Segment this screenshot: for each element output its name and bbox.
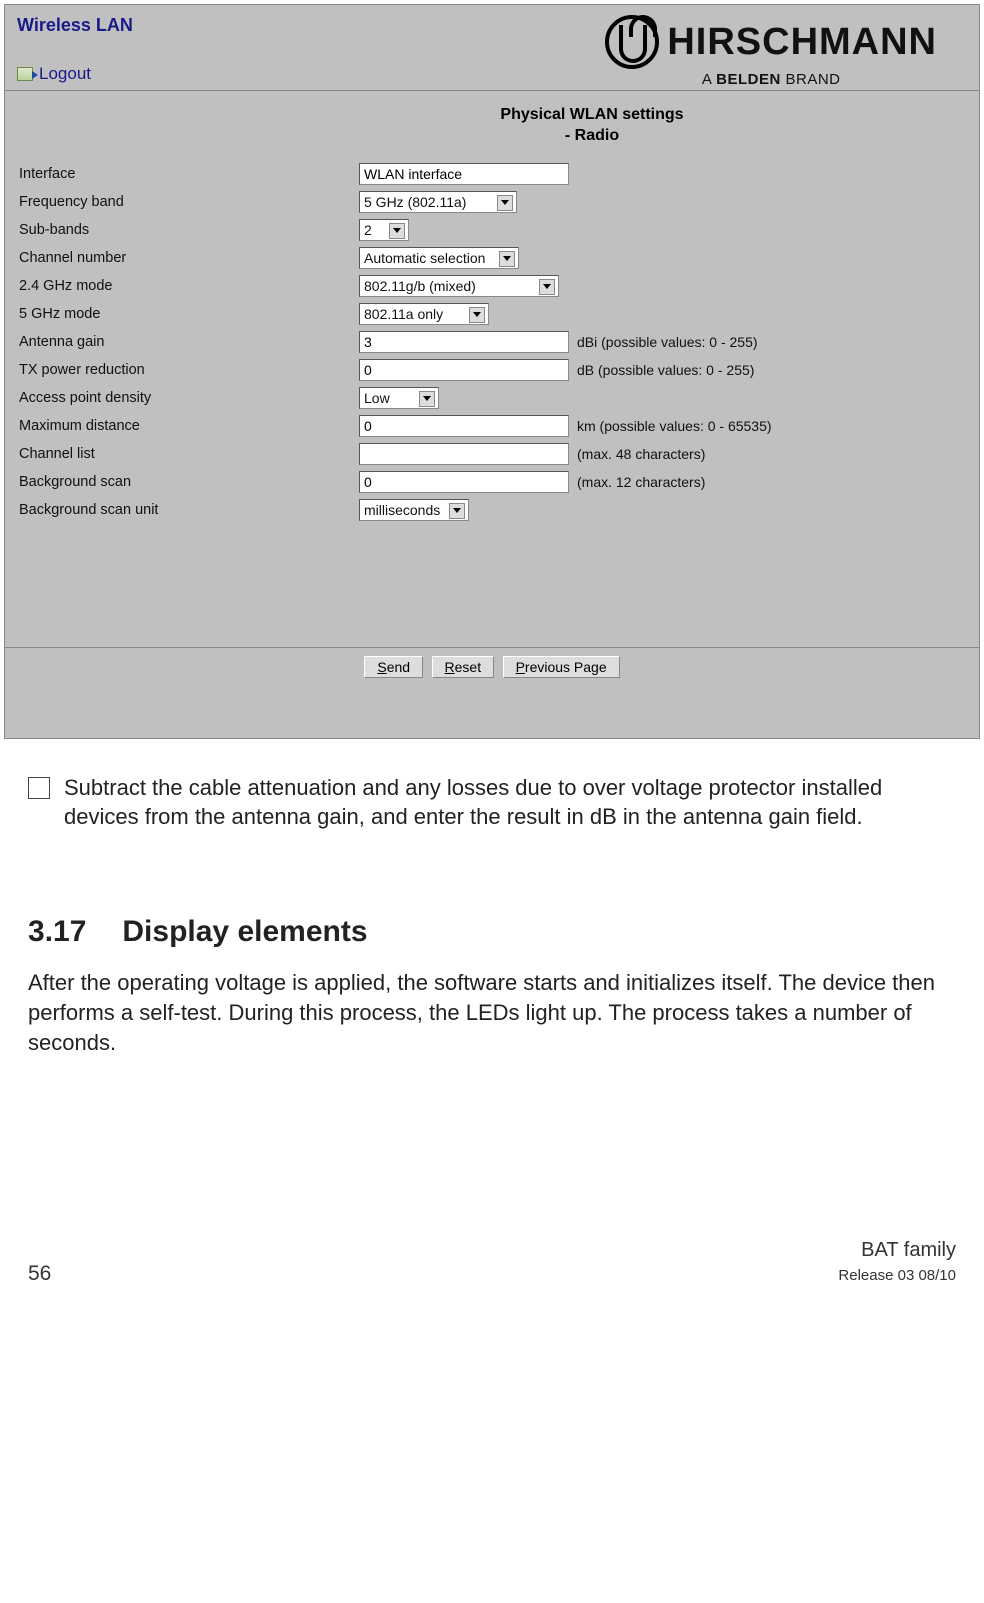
label-max-distance: Maximum distance: [19, 418, 359, 434]
page-footer: 56 BAT family Release 03 08/10: [0, 1058, 984, 1298]
send-label: end: [387, 659, 410, 675]
form-area: Physical WLAN settings - Radio Interface…: [5, 91, 979, 647]
brand-block: HIRSCHMANN A BELDEN BRAND: [605, 15, 967, 88]
max-distance-input[interactable]: [359, 415, 569, 437]
top-bar: Wireless LAN Logout HIRSCHMANN A BELDEN …: [5, 5, 979, 91]
logout-label: Logout: [39, 64, 91, 84]
frequency-band-select[interactable]: 5 GHz (802.11a): [359, 191, 517, 213]
label-bg-scan: Background scan: [19, 474, 359, 490]
label-24ghz-mode: 2.4 GHz mode: [19, 278, 359, 294]
label-interface: Interface: [19, 166, 359, 182]
channel-number-select[interactable]: Automatic selection: [359, 247, 519, 269]
instruction-item: Subtract the cable attenuation and any l…: [28, 773, 956, 832]
section-number: 3.17: [28, 912, 86, 953]
logout-icon: [17, 67, 33, 81]
section-title: Display elements: [122, 915, 367, 948]
wireless-lan-link[interactable]: Wireless LAN: [17, 15, 133, 36]
checkbox-icon: [28, 777, 50, 799]
label-frequency-band: Frequency band: [19, 194, 359, 210]
send-button[interactable]: Send: [364, 656, 423, 678]
instruction-text: Subtract the cable attenuation and any l…: [64, 773, 956, 832]
hirschmann-logo-icon: [605, 15, 659, 69]
label-bg-scan-unit: Background scan unit: [19, 502, 359, 518]
brand-subtitle: A BELDEN BRAND: [702, 71, 841, 88]
label-tx-power: TX power reduction: [19, 362, 359, 378]
antenna-gain-hint: dBi (possible values: 0 - 255): [577, 334, 758, 350]
tx-power-input[interactable]: [359, 359, 569, 381]
tx-power-hint: dB (possible values: 0 - 255): [577, 362, 754, 378]
section-body: After the operating voltage is applied, …: [28, 968, 956, 1057]
label-channel-list: Channel list: [19, 446, 359, 462]
bg-scan-hint: (max. 12 characters): [577, 474, 705, 490]
label-channel-number: Channel number: [19, 250, 359, 266]
label-5ghz-mode: 5 GHz mode: [19, 306, 359, 322]
mode-5-select[interactable]: 802.11a only: [359, 303, 489, 325]
label-sub-bands: Sub-bands: [19, 222, 359, 238]
channel-list-input[interactable]: [359, 443, 569, 465]
brand-name: HIRSCHMANN: [667, 21, 937, 64]
label-antenna-gain: Antenna gain: [19, 334, 359, 350]
wlan-settings-screenshot: Wireless LAN Logout HIRSCHMANN A BELDEN …: [4, 4, 980, 739]
previous-page-button[interactable]: Previous Page: [503, 656, 620, 678]
prev-label: revious Page: [525, 659, 607, 675]
page-number: 56: [28, 1262, 51, 1286]
label-ap-density: Access point density: [19, 390, 359, 406]
antenna-gain-input[interactable]: [359, 331, 569, 353]
sub-bands-select[interactable]: 2: [359, 219, 409, 241]
footer-release: Release 03 08/10: [838, 1267, 956, 1284]
channel-list-hint: (max. 48 characters): [577, 446, 705, 462]
mode-24-select[interactable]: 802.11g/b (mixed): [359, 275, 559, 297]
interface-input[interactable]: [359, 163, 569, 185]
bg-scan-unit-select[interactable]: milliseconds: [359, 499, 469, 521]
form-title: Physical WLAN settings - Radio: [219, 105, 965, 147]
reset-label: eset: [455, 659, 481, 675]
bg-scan-input[interactable]: [359, 471, 569, 493]
section-heading: 3.17 Display elements: [28, 912, 956, 953]
reset-button[interactable]: Reset: [432, 656, 495, 678]
ap-density-select[interactable]: Low: [359, 387, 439, 409]
max-distance-hint: km (possible values: 0 - 65535): [577, 418, 772, 434]
footer-family: BAT family: [861, 1239, 956, 1261]
button-bar: Send Reset Previous Page: [5, 647, 979, 738]
logout-link[interactable]: Logout: [17, 64, 133, 84]
